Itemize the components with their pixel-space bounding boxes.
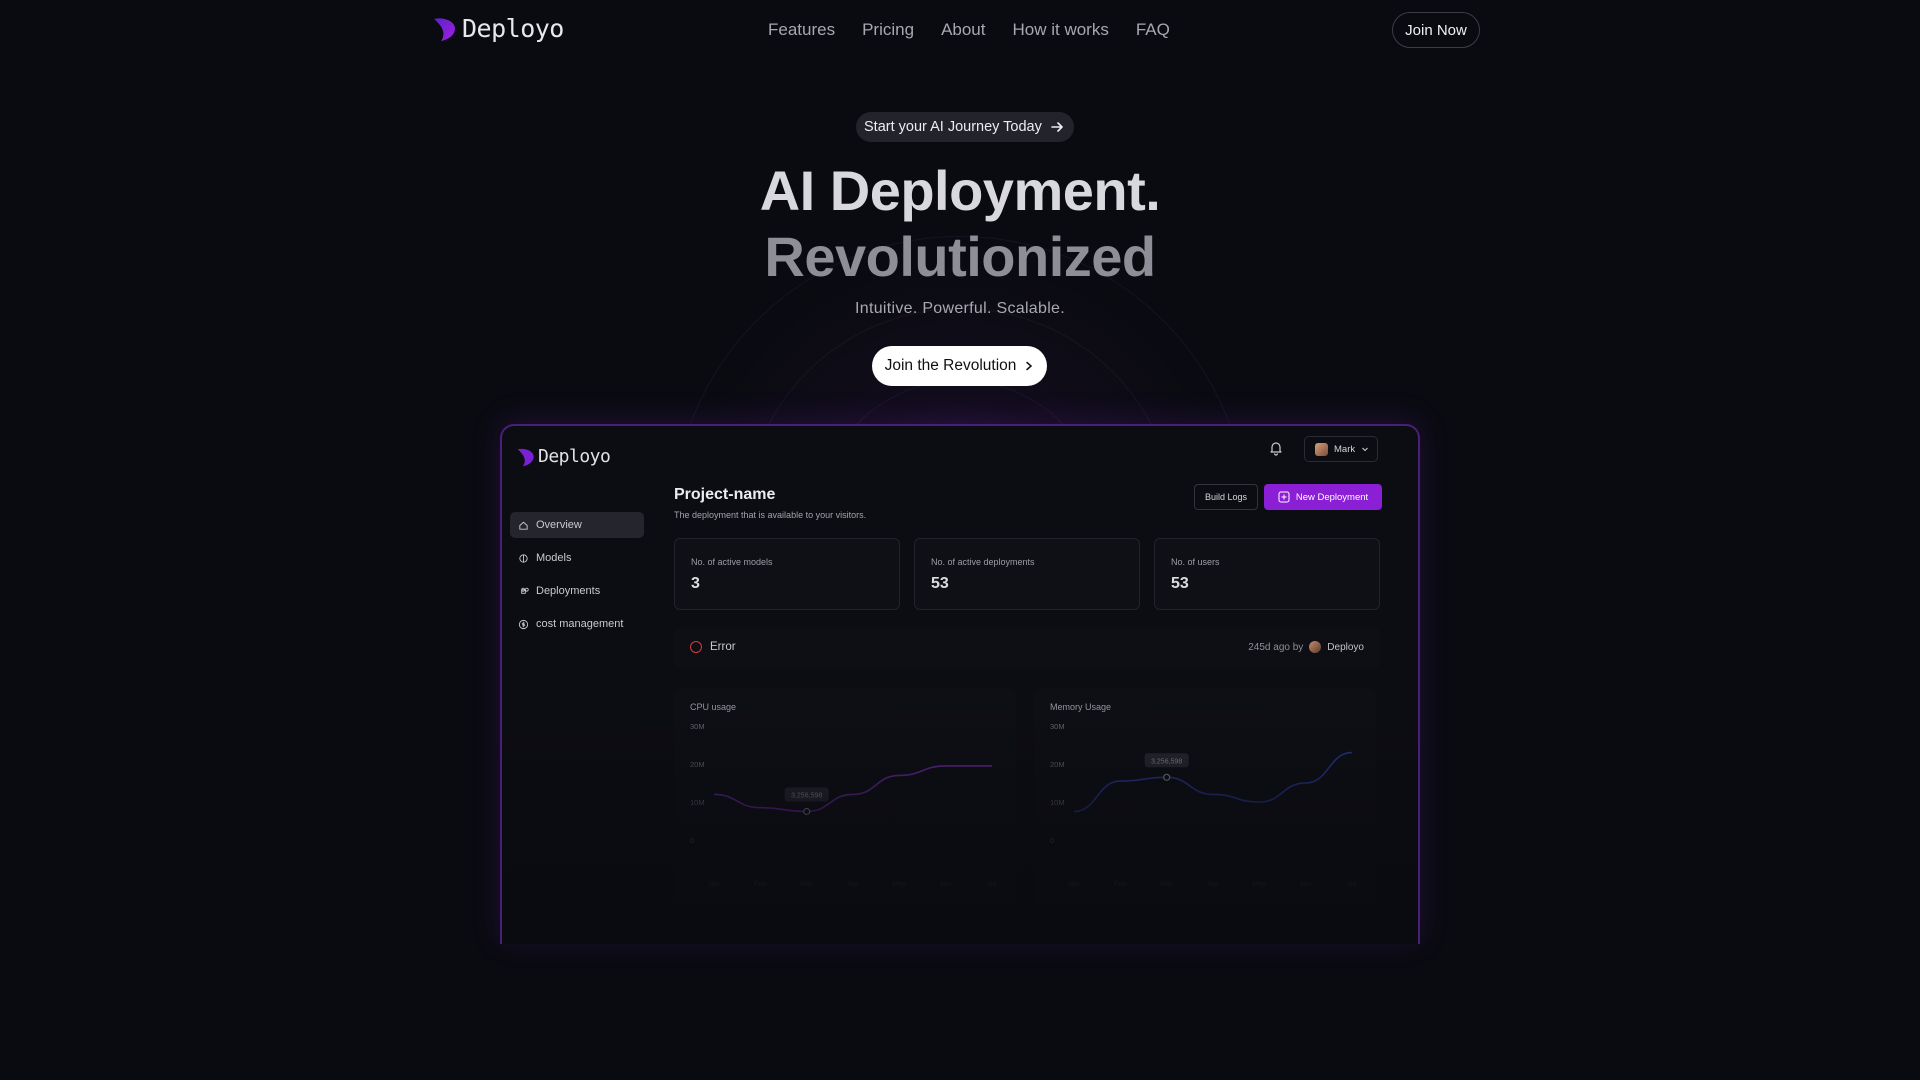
stat-label: No. of users	[1171, 557, 1220, 567]
avatar	[1315, 442, 1328, 456]
join-revolution-label: Join the Revolution	[884, 357, 1017, 374]
y-tick-label: 0	[690, 836, 694, 845]
x-tick-label: Apr	[1207, 879, 1219, 888]
plus-square-icon	[1278, 491, 1290, 503]
new-deployment-button[interactable]: New Deployment	[1264, 484, 1382, 510]
nav-link-how-it-works[interactable]: How it works	[1013, 20, 1109, 40]
chevron-right-icon	[1026, 361, 1033, 371]
x-tick-label: May	[1252, 879, 1266, 888]
hero-subtitle: Intuitive. Powerful. Scalable.	[855, 300, 1065, 317]
dashboard-brand-name: Deployo	[538, 446, 611, 467]
status-author: Deployo	[1327, 641, 1364, 653]
hero-title-line-1: AI Deployment.	[759, 159, 1161, 222]
stat-value: 53	[1171, 575, 1189, 592]
top-navigation: Deployo Features Pricing About How it wo…	[0, 0, 1920, 60]
join-revolution-button[interactable]: Join the Revolution	[872, 346, 1047, 386]
brand-logo[interactable]: Deployo	[432, 14, 564, 43]
bell-icon[interactable]	[1268, 440, 1284, 456]
x-tick-label: Mar	[800, 879, 813, 888]
feather-logo-icon	[517, 448, 534, 466]
brand-name: Deployo	[462, 14, 564, 43]
chevron-down-icon	[1362, 447, 1369, 452]
y-tick-label: 0	[1050, 836, 1054, 845]
build-logs-button[interactable]: Build Logs	[1194, 484, 1258, 510]
x-tick-label: Jan	[708, 879, 720, 888]
y-tick-label: 30M	[1050, 722, 1065, 731]
project-title: Project-name	[674, 486, 776, 503]
stat-card-users: No. of users 53	[1154, 538, 1380, 610]
stat-label: No. of active models	[691, 557, 773, 567]
tooltip-value: 3,256,598	[791, 793, 822, 800]
dashboard-preview: Deployo Overview Models Deployments cost…	[500, 424, 1420, 944]
user-name: Mark	[1334, 443, 1356, 455]
sidebar-item-overview[interactable]: Overview	[510, 512, 644, 538]
memory-usage-chart: Memory Usage 30M 20M 10M 0 Jan Feb Mar Apr May Ju…	[1034, 688, 1376, 908]
stat-value: 3	[691, 575, 700, 592]
cpu-usage-chart: CPU usage 30M 20M 10M 0 Jan Feb Mar Apr May Jun Ju…	[674, 688, 1016, 908]
join-now-button[interactable]: Join Now	[1392, 12, 1480, 48]
x-tick-label: Mar	[1160, 879, 1173, 888]
announcement-text: Start your AI Journey Today	[864, 119, 1042, 135]
cpu-usage-plot: 30M 20M 10M 0 Jan Feb Mar Apr May Jun Jul 3,256,598	[690, 722, 997, 888]
user-menu[interactable]: Mark	[1304, 436, 1378, 462]
x-tick-label: Feb	[1114, 879, 1127, 888]
home-icon	[519, 521, 528, 530]
nav-link-features[interactable]: Features	[768, 20, 835, 40]
y-tick-label: 30M	[690, 722, 705, 731]
x-tick-label: Jul	[987, 879, 997, 888]
x-tick-label: Jan	[1068, 879, 1080, 888]
dashboard-brand: Deployo	[516, 446, 611, 467]
x-tick-label: May	[892, 879, 906, 888]
y-tick-label: 10M	[1050, 798, 1065, 807]
x-tick-label: Apr	[847, 879, 859, 888]
stat-card-models: No. of active models 3	[674, 538, 900, 610]
x-tick-label: Jun	[1300, 879, 1312, 888]
sidebar-item-deployments[interactable]: Deployments	[510, 578, 644, 604]
sidebar-item-label: cost management	[536, 618, 624, 630]
memory-usage-plot: 30M 20M 10M 0 Jan Feb Mar Apr May Jun Jul 3,256,598	[1050, 722, 1357, 888]
announcement-pill[interactable]: Start your AI Journey Today	[856, 112, 1074, 142]
status-label: Error	[710, 641, 736, 653]
sidebar-item-cost-management[interactable]: cost management	[510, 611, 644, 637]
highlight-point	[1163, 773, 1171, 781]
brain-icon	[519, 553, 528, 563]
dollar-icon	[518, 619, 529, 629]
series-line	[713, 765, 992, 813]
project-subtitle: The deployment that is available to your…	[674, 510, 867, 520]
stat-value: 53	[931, 575, 949, 592]
sidebar-item-label: Overview	[536, 519, 582, 531]
y-tick-label: 20M	[1050, 760, 1065, 769]
arrow-right-icon	[1051, 122, 1063, 132]
series-line	[1073, 751, 1353, 813]
nav-link-faq[interactable]: FAQ	[1136, 20, 1170, 40]
new-deployment-label: New Deployment	[1295, 491, 1369, 503]
command-icon	[521, 587, 529, 594]
status-badge: Error	[690, 641, 736, 653]
nav-links: Features Pricing About How it works FAQ	[768, 20, 1170, 40]
highlight-point	[803, 807, 811, 816]
status-time: 245d ago by	[1248, 641, 1304, 653]
nav-link-about[interactable]: About	[941, 20, 985, 40]
nav-link-pricing[interactable]: Pricing	[862, 20, 914, 40]
deployment-status-row[interactable]: Error 245d ago by Deployo	[674, 628, 1380, 668]
x-tick-label: Feb	[754, 879, 767, 888]
sidebar-item-models[interactable]: Models	[510, 545, 644, 571]
x-tick-label: Jul	[1347, 879, 1357, 888]
status-meta: 245d ago by Deployo	[1248, 641, 1364, 653]
avatar	[1309, 641, 1322, 653]
y-tick-label: 20M	[690, 760, 705, 769]
x-tick-label: Jun	[940, 879, 952, 888]
stat-label: No. of active deployments	[931, 557, 1035, 567]
sidebar-item-label: Models	[536, 552, 572, 564]
tooltip-value: 3,256,598	[1151, 758, 1182, 765]
hero-title-line-2: Revolutionized	[764, 225, 1156, 288]
error-icon	[690, 641, 702, 653]
feather-logo-icon	[434, 17, 455, 41]
stat-card-deployments: No. of active deployments 53	[914, 538, 1140, 610]
dashboard-sidebar: Overview Models Deployments cost managem…	[510, 512, 644, 644]
y-tick-label: 10M	[690, 798, 705, 807]
sidebar-item-label: Deployments	[536, 585, 601, 597]
